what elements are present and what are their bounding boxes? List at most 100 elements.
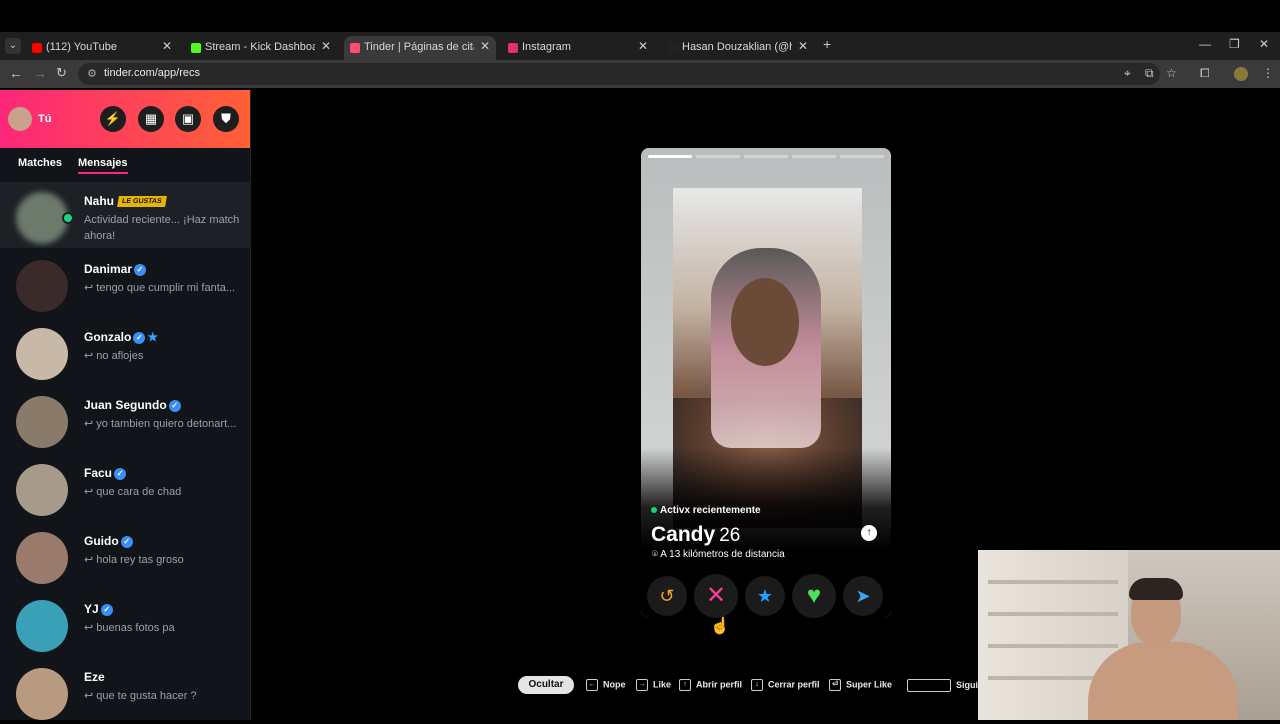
- briefcase-icon[interactable]: ▣: [175, 106, 201, 132]
- tab-mensajes[interactable]: Mensajes: [78, 157, 128, 174]
- my-profile-label[interactable]: Tú: [38, 113, 51, 125]
- send-icon: ➤: [855, 586, 871, 606]
- message-name-wrap: Facu ✓: [84, 466, 127, 480]
- heart-icon: ♥: [806, 582, 822, 609]
- explore-icon[interactable]: ▦: [138, 106, 164, 132]
- message-preview: ↩ buenas fotos pa: [84, 622, 175, 634]
- contact-name: Eze: [84, 670, 105, 684]
- profile-avatar[interactable]: [1234, 67, 1248, 81]
- tab-tiktok[interactable]: Hasan Douzaklian (@hasan.do ✕: [662, 36, 814, 60]
- shortcut-like: → Like: [636, 679, 671, 691]
- message-row[interactable]: Juan Segundo ✓ ↩ yo tambien quiero detona…: [0, 386, 250, 452]
- shortcut-nope: ← Nope: [586, 679, 626, 691]
- url-text: tinder.com/app/recs: [104, 67, 200, 79]
- forward-icon[interactable]: →: [33, 65, 47, 81]
- rewind-button[interactable]: ↺: [647, 576, 687, 616]
- new-tab-button[interactable]: +: [823, 36, 831, 52]
- webcam-person-hair: [1129, 578, 1183, 600]
- tab-kick[interactable]: Stream - Kick Dashboard ✕: [185, 36, 337, 60]
- message-name-wrap: Eze: [84, 670, 105, 684]
- profile-card[interactable]: Activx recientemente Candy 26 ⌾ A 13 kiló…: [641, 148, 891, 618]
- rewind-icon: ↺: [659, 586, 675, 606]
- message-preview: ↩ que cara de chad: [84, 486, 182, 498]
- menu-icon[interactable]: ⋮: [1262, 66, 1274, 80]
- open-profile-button[interactable]: ↑: [861, 525, 877, 541]
- space-key-icon: [907, 679, 951, 692]
- like-button[interactable]: ♥: [792, 574, 836, 618]
- address-bar-row: ← → ↻ ⚙ tinder.com/app/recs ⌖ ⧉ ☆ ⧠ ⋮: [0, 60, 1280, 88]
- arrow-up-key-icon: ↑: [679, 679, 691, 691]
- star-icon: ★: [756, 586, 774, 606]
- nope-icon: ✕: [705, 582, 727, 609]
- avatar: [16, 260, 68, 312]
- tab-matches[interactable]: Matches: [18, 157, 62, 169]
- tab-youtube[interactable]: (112) YouTube ✕: [26, 36, 178, 60]
- message-row[interactable]: Gonzalo ✓ ★ ↩ no aflojes: [0, 318, 250, 384]
- maximize-button[interactable]: ❐: [1229, 37, 1240, 51]
- message-row[interactable]: Danimar ✓ ↩ tengo que cumplir mi fanta...: [0, 250, 250, 316]
- photo-progress-segment[interactable]: [792, 155, 836, 158]
- avatar: [16, 396, 68, 448]
- photo-progress-segment[interactable]: [840, 155, 884, 158]
- tiktok-icon: [668, 43, 678, 53]
- close-icon[interactable]: ✕: [321, 39, 331, 53]
- hide-shortcuts-button[interactable]: Ocultar: [518, 676, 574, 694]
- tinder-icon: [350, 43, 360, 53]
- online-indicator: [62, 212, 74, 224]
- location-icon[interactable]: ⌖: [1124, 66, 1131, 81]
- photo-progress-segment[interactable]: [648, 155, 692, 158]
- boost-button[interactable]: ➤: [843, 576, 883, 616]
- tab-instagram[interactable]: Instagram ✕: [502, 36, 654, 60]
- url-field[interactable]: ⚙ tinder.com/app/recs: [78, 63, 1160, 85]
- photo-face-shape: [731, 278, 799, 366]
- contact-name: Danimar: [84, 262, 133, 276]
- install-icon[interactable]: ⧉: [1145, 66, 1154, 81]
- contact-name: Guido: [84, 534, 119, 548]
- avatar: [16, 532, 68, 584]
- arrow-right-key-icon: →: [636, 679, 648, 691]
- boost-icon[interactable]: ⚡: [100, 106, 126, 132]
- photo-progress-segment[interactable]: [696, 155, 740, 158]
- extensions-icon[interactable]: ⧠: [1200, 66, 1210, 81]
- webcam-person-body: [1088, 642, 1238, 720]
- message-name-wrap: Juan Segundo ✓: [84, 398, 181, 412]
- tab-search-icon[interactable]: ⌄: [5, 38, 21, 54]
- message-row[interactable]: YJ ✓ ↩ buenas fotos pa: [0, 590, 250, 656]
- photo-progress-segment[interactable]: [744, 155, 788, 158]
- avatar: [16, 668, 68, 720]
- back-icon[interactable]: ←: [9, 65, 23, 81]
- site-info-icon[interactable]: ⚙: [87, 67, 97, 80]
- contact-name: Juan Segundo: [84, 398, 167, 412]
- close-icon[interactable]: ✕: [798, 39, 808, 53]
- tab-tinder[interactable]: Tinder | Páginas de citas ✕: [344, 36, 496, 60]
- bookmark-star-icon[interactable]: ☆: [1166, 66, 1177, 80]
- close-icon[interactable]: ✕: [638, 39, 648, 53]
- contact-name: Nahu: [84, 194, 114, 208]
- profile-age: 26: [719, 525, 741, 546]
- close-icon[interactable]: ✕: [162, 39, 172, 53]
- message-row[interactable]: Facu ✓ ↩ que cara de chad: [0, 454, 250, 520]
- minimize-button[interactable]: —: [1199, 37, 1211, 51]
- message-preview: ↩ yo tambien quiero detonart...: [84, 418, 237, 430]
- top-band: [0, 0, 1280, 32]
- message-row[interactable]: Nahu LE GUSTAS Actividad reciente... ¡Haz…: [0, 182, 250, 248]
- message-preview: ↩ tengo que cumplir mi fanta...: [84, 282, 236, 294]
- shortcut-close-profile: ↓ Cerrar perfil: [751, 679, 820, 691]
- verified-icon: ✓: [114, 467, 127, 480]
- contact-name: Facu: [84, 466, 113, 480]
- likes-you-badge: LE GUSTAS: [117, 196, 167, 208]
- super-like-button[interactable]: ★: [745, 576, 785, 616]
- tab-title: Tinder | Páginas de citas: [364, 41, 474, 53]
- reload-icon[interactable]: ↻: [56, 65, 67, 81]
- nope-button[interactable]: ✕: [694, 574, 738, 618]
- message-row[interactable]: Eze ↩ que te gusta hacer ?: [0, 658, 250, 724]
- shield-icon[interactable]: ⛊: [213, 106, 239, 132]
- verified-icon: ✓: [133, 331, 146, 344]
- shortcut-next: Siguie: [907, 679, 983, 692]
- message-name-wrap: Nahu LE GUSTAS: [84, 194, 167, 208]
- close-icon[interactable]: ✕: [480, 39, 490, 53]
- message-row[interactable]: Guido ✓ ↩ hola rey tas groso: [0, 522, 250, 588]
- my-avatar[interactable]: [8, 107, 32, 131]
- tab-title: Instagram: [522, 41, 571, 53]
- close-window-button[interactable]: ✕: [1259, 37, 1269, 51]
